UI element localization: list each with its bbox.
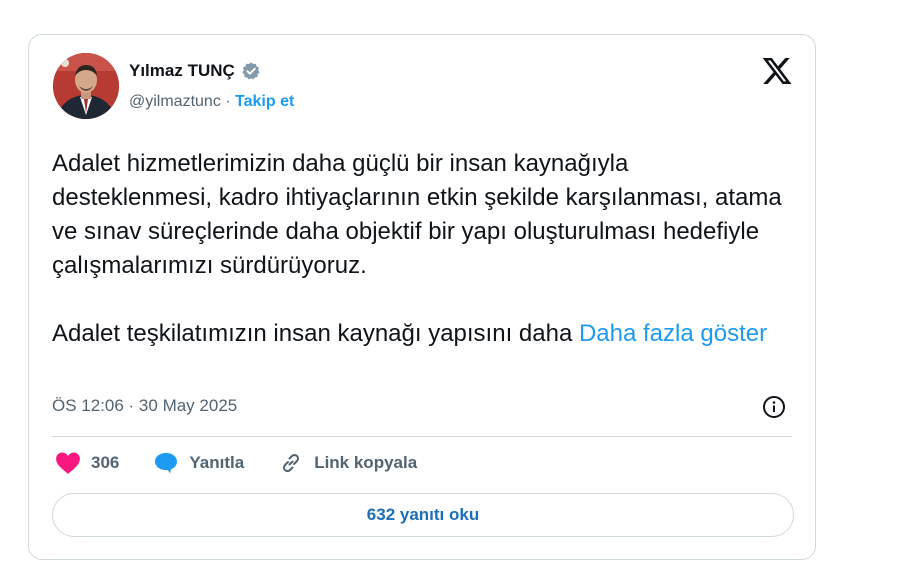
follow-button[interactable]: Takip et [235, 93, 294, 110]
reply-label: Yanıtla [189, 453, 245, 472]
tweet-paragraph-1: Adalet hizmetlerimizin daha güçlü bir in… [52, 150, 782, 279]
info-icon[interactable] [761, 394, 787, 420]
tweet-text: Adalet hizmetlerimizin daha güçlü bir in… [52, 147, 792, 351]
speech-bubble-icon [155, 453, 178, 474]
action-bar: 306 Yanıtla Link kopyala [55, 451, 451, 475]
tweet-paragraph-2-text: Adalet teşkilatımızın insan kaynağı yapı… [52, 320, 579, 347]
reply-button[interactable]: Yanıtla [153, 451, 244, 475]
like-button[interactable]: 306 [55, 451, 119, 475]
tweet-paragraph-2: Adalet teşkilatımızın insan kaynağı yapı… [52, 317, 792, 351]
verified-badge-icon[interactable] [241, 61, 261, 81]
handle-separator: · [220, 93, 236, 110]
copy-link-label: Link kopyala [314, 453, 418, 472]
author-name[interactable]: Yılmaz TUNÇ [129, 61, 235, 81]
author-handle-row: @yilmaztunc · Takip et [129, 93, 294, 111]
author-handle[interactable]: @yilmaztunc [129, 93, 221, 110]
heart-icon [56, 452, 80, 474]
author-avatar[interactable] [53, 53, 119, 119]
link-icon [283, 453, 300, 473]
divider [52, 436, 792, 437]
read-replies-button[interactable]: 632 yanıtı oku [52, 493, 794, 537]
tweet-timestamp[interactable]: ÖS 12:06 · 30 May 2025 [52, 396, 237, 416]
show-more-link[interactable]: Daha fazla göster [579, 320, 767, 347]
author-name-row: Yılmaz TUNÇ [129, 61, 261, 81]
x-logo-icon[interactable] [761, 55, 793, 87]
read-replies-label: 632 yanıtı oku [366, 505, 480, 524]
copy-link-button[interactable]: Link kopyala [278, 451, 417, 475]
like-count: 306 [91, 453, 120, 472]
tweet-card: Yılmaz TUNÇ @yilmaztunc · Takip et Adale… [28, 34, 816, 560]
